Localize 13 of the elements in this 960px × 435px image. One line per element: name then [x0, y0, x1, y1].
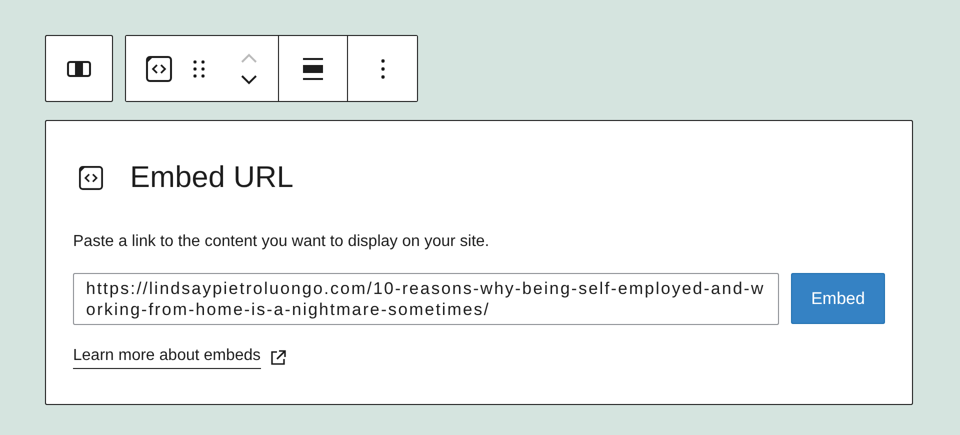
learn-more-link[interactable]: Learn more about embeds — [73, 347, 261, 369]
more-options-icon — [380, 58, 384, 78]
url-field[interactable]: https://lindsaypietroluongo.com/10-reasons-why-being-self-employed-and-working-from-home-is-a-nightmare-sometimes/ — [73, 273, 779, 325]
block-switcher-button[interactable] — [45, 35, 113, 102]
drag-handle-icon[interactable] — [192, 58, 206, 78]
embed-button[interactable]: Embed — [791, 273, 885, 324]
external-link-icon — [268, 349, 287, 367]
columns-icon — [67, 60, 91, 76]
embed-icon — [146, 56, 172, 82]
align-icon — [302, 56, 324, 80]
instructions-text: Paste a link to the content you want to display on your site. — [73, 233, 490, 251]
card-title: Embed URL — [130, 161, 294, 195]
embed-icon — [79, 166, 103, 190]
